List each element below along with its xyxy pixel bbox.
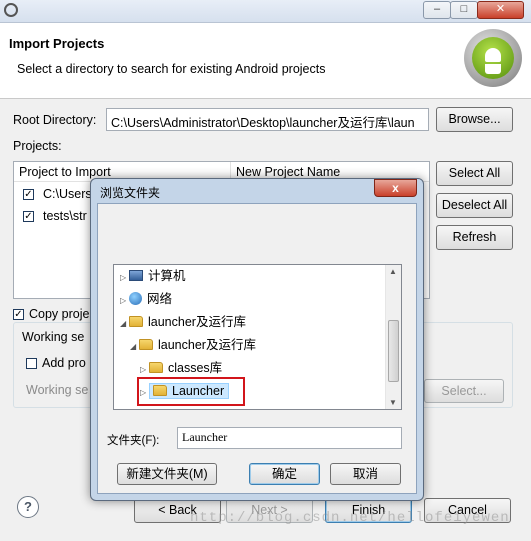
add-to-working-set-label: Add pro	[42, 356, 86, 370]
scroll-down-icon[interactable]: ▼	[389, 398, 397, 407]
collapse-arrow-icon[interactable]: ◢	[130, 337, 139, 357]
close-button[interactable]: ✕	[477, 1, 524, 19]
working-sets-title: Working se	[22, 330, 85, 344]
copy-projects-checkbox[interactable]: ✓	[13, 309, 24, 320]
tree-node-network[interactable]: ▷ 网络	[120, 289, 172, 309]
add-to-working-set-checkbox[interactable]	[26, 358, 37, 369]
tree-node-label: 网络	[147, 292, 173, 306]
scroll-up-icon[interactable]: ▲	[389, 267, 397, 276]
folder-icon	[139, 339, 153, 350]
row-checkbox[interactable]: ✓	[23, 189, 34, 200]
android-logo-icon	[464, 29, 522, 87]
tree-scrollbar[interactable]: ▲ ▼	[385, 265, 401, 409]
project-path: C:\Users	[43, 187, 92, 201]
tree-node-label: classes库	[168, 361, 223, 375]
dialog-title: 浏览文件夹	[100, 186, 161, 200]
row-checkbox[interactable]: ✓	[23, 211, 34, 222]
computer-icon	[129, 270, 143, 281]
tree-node-label: 计算机	[148, 269, 186, 283]
watermark: http://blog.csdn.net/hellofeiyewen	[190, 510, 510, 526]
page-title: Import Projects	[9, 36, 105, 51]
scroll-thumb[interactable]	[388, 320, 399, 382]
folder-icon	[129, 316, 143, 327]
red-highlight-box	[137, 377, 245, 406]
tree-node-classes[interactable]: ▷ classes库	[140, 358, 222, 378]
root-directory-label: Root Directory:	[13, 113, 97, 127]
folder-field-label: 文件夹(F):	[107, 435, 160, 447]
wizard-header: Import Projects Select a directory to se…	[0, 23, 531, 99]
help-icon[interactable]: ?	[17, 496, 39, 518]
eclipse-icon	[4, 3, 18, 17]
minimize-button[interactable]: –	[423, 1, 451, 19]
tree-node-label: launcher及运行库	[158, 338, 256, 352]
tree-node-computer[interactable]: ▷ 计算机	[120, 266, 186, 286]
projects-label: Projects:	[13, 139, 62, 153]
browse-button[interactable]: Browse...	[436, 107, 513, 132]
ok-button[interactable]: 确定	[249, 463, 320, 485]
page-description: Select a directory to search for existin…	[17, 62, 326, 76]
dialog-content: ▷ 计算机 ▷ 网络 ◢ launcher及运行库 ◢ launcher及运行库 ▷ cl…	[97, 203, 417, 494]
working-sets-label: Working se	[26, 383, 89, 397]
dialog-cancel-button[interactable]: 取消	[330, 463, 401, 485]
folder-name-input[interactable]: Launcher	[177, 427, 402, 449]
expand-arrow-icon[interactable]: ▷	[120, 268, 129, 288]
tree-node-launcher-sub[interactable]: ◢ launcher及运行库	[130, 335, 256, 355]
dialog-close-button[interactable]: x	[374, 179, 417, 197]
refresh-button[interactable]: Refresh	[436, 225, 513, 250]
window-titlebar: – □ ✕	[0, 0, 531, 23]
network-icon	[129, 292, 142, 305]
collapse-arrow-icon[interactable]: ◢	[120, 314, 129, 334]
maximize-button[interactable]: □	[450, 1, 478, 19]
new-folder-button[interactable]: 新建文件夹(M)	[117, 463, 217, 485]
tree-node-label: launcher及运行库	[148, 315, 246, 329]
copy-projects-label: Copy proje	[29, 307, 90, 321]
root-directory-input[interactable]: C:\Users\Administrator\Desktop\launcher及…	[106, 108, 429, 131]
expand-arrow-icon[interactable]: ▷	[120, 291, 129, 311]
tree-node-launcher-root[interactable]: ◢ launcher及运行库	[120, 312, 246, 332]
browse-folder-dialog: 浏览文件夹 x ▷ 计算机 ▷ 网络 ◢ launcher及运行库 ◢ launcher…	[90, 178, 424, 501]
select-working-set-button[interactable]: Select...	[424, 379, 504, 403]
project-path: tests\str	[43, 209, 87, 223]
folder-icon	[149, 362, 163, 373]
select-all-button[interactable]: Select All	[436, 161, 513, 186]
deselect-all-button[interactable]: Deselect All	[436, 193, 513, 218]
